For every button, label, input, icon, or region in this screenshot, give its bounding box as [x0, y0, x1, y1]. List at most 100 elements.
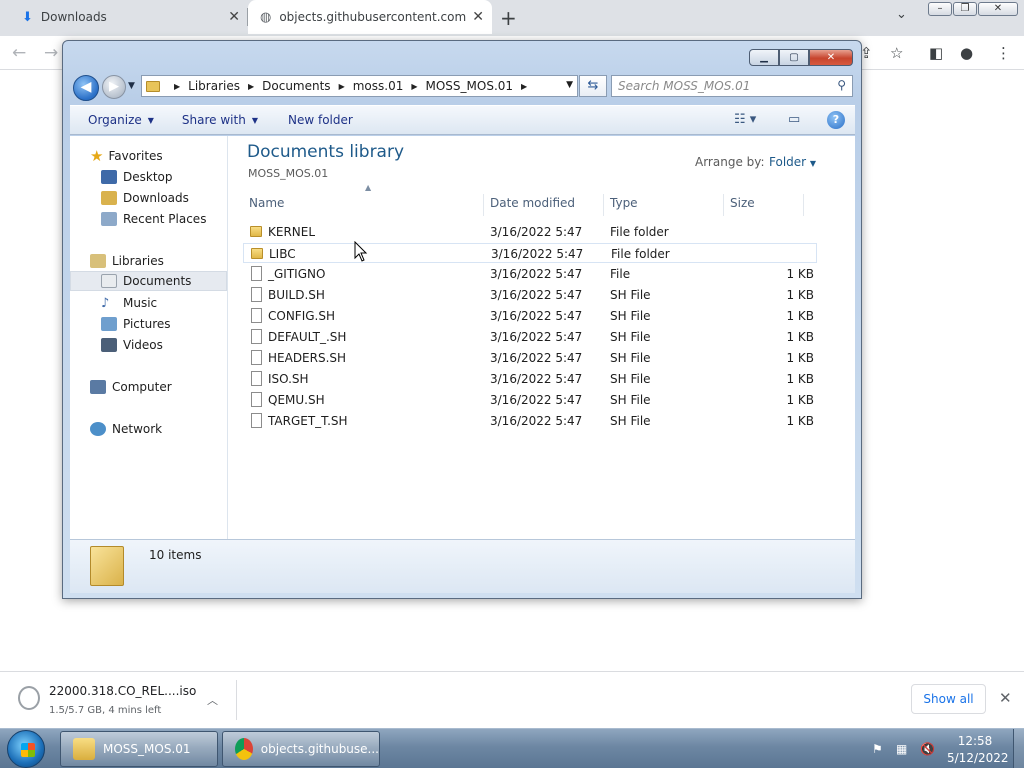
refresh-button[interactable]: ⇆	[579, 75, 607, 97]
profile-avatar-icon[interactable]: ●	[960, 44, 973, 62]
nav-libraries[interactable]: Libraries	[90, 251, 164, 271]
chevron-up-icon[interactable]: ︿	[207, 692, 218, 708]
tab-downloads[interactable]: ⬇ Downloads ✕	[0, 0, 248, 34]
breadcrumb-separator-icon[interactable]: ▶	[248, 82, 254, 91]
forward-button[interactable]: ▶	[102, 75, 126, 99]
address-dropdown-icon[interactable]: ▼	[566, 80, 573, 90]
breadcrumb-separator-icon[interactable]: ▶	[521, 82, 527, 91]
search-input[interactable]: Search MOSS_MOS.01 ⚲	[611, 75, 853, 97]
file-date: 3/16/2022 5:47	[490, 351, 583, 365]
show-desktop-button[interactable]	[1013, 729, 1024, 768]
explorer-content: ★ Favorites Desktop Downloads Recent Pla…	[70, 136, 855, 539]
file-type: File folder	[611, 247, 670, 261]
nav-favorites[interactable]: ★ Favorites	[90, 146, 163, 166]
table-row[interactable]: ISO.SH 3/16/2022 5:47 SH File 1 KB	[243, 369, 817, 389]
file-icon	[251, 392, 262, 407]
tab-close-icon[interactable]: ✕	[228, 9, 240, 25]
breadcrumb-documents[interactable]: Documents	[262, 79, 330, 93]
table-row[interactable]: HEADERS.SH 3/16/2022 5:47 SH File 1 KB	[243, 348, 817, 368]
table-row[interactable]: TARGET_T.SH 3/16/2022 5:47 SH File 1 KB	[243, 411, 817, 431]
table-row[interactable]: QEMU.SH 3/16/2022 5:47 SH File 1 KB	[243, 390, 817, 410]
taskbar-button-label: objects.githubuse...	[260, 742, 379, 756]
file-type: SH File	[610, 351, 651, 365]
volume-muted-icon[interactable]: 🔇	[920, 742, 935, 756]
nav-label: Desktop	[123, 170, 173, 184]
file-date: 3/16/2022 5:47	[490, 288, 583, 302]
nav-label: Libraries	[112, 254, 164, 268]
breadcrumb-separator-icon[interactable]: ▶	[174, 82, 180, 91]
table-row[interactable]: _GITIGNO 3/16/2022 5:47 File 1 KB	[243, 264, 817, 284]
new-folder-button[interactable]: New folder	[288, 113, 353, 127]
browser-minimize-button[interactable]: –	[928, 2, 952, 16]
nav-label: Recent Places	[123, 212, 207, 226]
column-header-size[interactable]: Size	[724, 194, 804, 216]
preview-pane-icon[interactable]: ▭	[788, 112, 800, 127]
action-center-icon[interactable]: ⚑	[872, 742, 883, 756]
tab-objects-githubusercontent[interactable]: ◍ objects.githubusercontent.com ✕	[248, 0, 492, 34]
nav-documents[interactable]: Documents	[70, 271, 227, 291]
back-button[interactable]: ◀	[73, 75, 99, 101]
arrange-by-dropdown[interactable]: Folder ▼	[769, 155, 816, 169]
nav-videos[interactable]: Videos	[101, 335, 163, 355]
taskbar-chrome-button[interactable]: objects.githubuse...	[222, 731, 380, 767]
forward-arrow-icon[interactable]: →	[44, 43, 58, 63]
file-name: LIBC	[269, 247, 296, 261]
nav-music[interactable]: ♪ Music	[101, 293, 157, 313]
music-icon: ♪	[101, 295, 110, 311]
nav-recent-places[interactable]: Recent Places	[101, 209, 206, 229]
nav-network[interactable]: Network	[90, 419, 162, 439]
clock-time[interactable]: 12:58	[947, 734, 1003, 748]
folder-icon	[73, 738, 95, 760]
back-arrow-icon[interactable]: ←	[12, 43, 26, 63]
file-type: SH File	[610, 309, 651, 323]
taskbar-explorer-button[interactable]: MOSS_MOS.01	[60, 731, 218, 767]
chevron-down-icon: ▼	[251, 115, 258, 125]
show-all-button[interactable]: Show all	[911, 684, 986, 714]
nav-desktop[interactable]: Desktop	[101, 167, 173, 187]
side-panel-icon[interactable]: ◧	[929, 44, 943, 62]
help-icon[interactable]: ?	[827, 111, 845, 129]
new-tab-button[interactable]: +	[500, 6, 517, 30]
browser-restore-button[interactable]: ❐	[953, 2, 977, 16]
minimize-button[interactable]: ▁	[749, 49, 779, 66]
table-row[interactable]: BUILD.SH 3/16/2022 5:47 SH File 1 KB	[243, 285, 817, 305]
column-header-type[interactable]: Type	[604, 194, 724, 216]
column-header-name[interactable]: Name	[229, 194, 484, 216]
organize-button[interactable]: Organize ▼	[88, 113, 154, 127]
address-bar[interactable]: ▶ Libraries ▶ Documents ▶ moss.01 ▶ MOSS…	[141, 75, 578, 97]
clock-date[interactable]: 5/12/2022	[947, 751, 1009, 765]
star-icon: ★	[90, 147, 104, 165]
breadcrumb-separator-icon[interactable]: ▶	[411, 82, 417, 91]
kebab-menu-icon[interactable]: ⋮	[996, 44, 1011, 62]
nav-computer[interactable]: Computer	[90, 377, 172, 397]
file-name: QEMU.SH	[268, 393, 325, 407]
table-row[interactable]: DEFAULT_.SH 3/16/2022 5:47 SH File 1 KB	[243, 327, 817, 347]
table-row[interactable]: LIBC 3/16/2022 5:47 File folder	[243, 243, 817, 263]
column-header-date[interactable]: Date modified	[484, 194, 604, 216]
network-tray-icon[interactable]: ▦	[896, 742, 907, 756]
download-filename[interactable]: 22000.318.CO_REL....iso	[49, 684, 196, 698]
breadcrumb-moss-mos01[interactable]: MOSS_MOS.01	[426, 79, 514, 93]
tab-close-icon[interactable]: ✕	[472, 9, 484, 25]
table-row[interactable]: CONFIG.SH 3/16/2022 5:47 SH File 1 KB	[243, 306, 817, 326]
search-icon[interactable]: ⚲	[837, 78, 846, 92]
view-options-icon[interactable]: ☷ ▾	[734, 112, 756, 127]
breadcrumb-moss01[interactable]: moss.01	[353, 79, 404, 93]
maximize-button[interactable]: ▢	[779, 49, 809, 66]
close-button[interactable]: ✕	[809, 49, 853, 66]
start-button[interactable]	[7, 730, 45, 768]
table-row[interactable]: KERNEL 3/16/2022 5:47 File folder	[243, 222, 817, 242]
share-with-button[interactable]: Share with ▼	[182, 113, 258, 127]
browser-close-button[interactable]: ✕	[978, 2, 1018, 16]
search-placeholder: Search MOSS_MOS.01	[618, 79, 751, 93]
breadcrumb-separator-icon[interactable]: ▶	[339, 82, 345, 91]
close-shelf-icon[interactable]: ✕	[999, 689, 1012, 707]
tab-search-chevron-icon[interactable]: ⌄	[896, 7, 907, 22]
bookmark-star-icon[interactable]: ☆	[890, 44, 903, 62]
nav-pictures[interactable]: Pictures	[101, 314, 171, 334]
nav-downloads[interactable]: Downloads	[101, 188, 189, 208]
command-bar: Organize ▼ Share with ▼ New folder ☷ ▾ ▭ ?	[70, 105, 855, 135]
history-dropdown-icon[interactable]: ▼	[128, 81, 135, 91]
file-name: CONFIG.SH	[268, 309, 335, 323]
breadcrumb-libraries[interactable]: Libraries	[188, 79, 240, 93]
